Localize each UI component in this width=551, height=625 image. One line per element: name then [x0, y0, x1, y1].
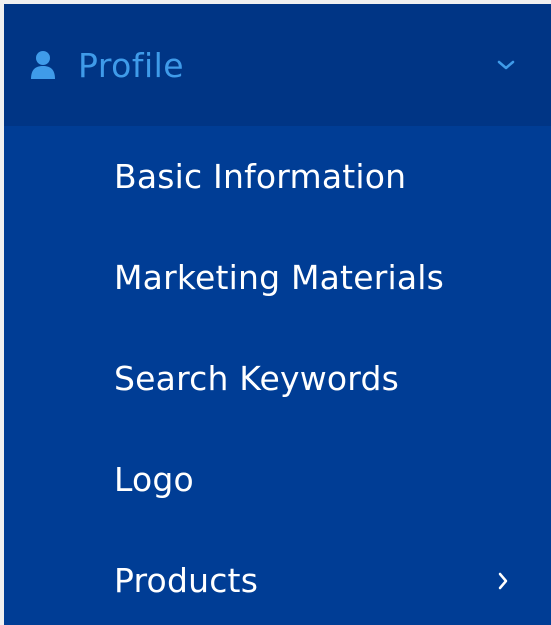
- submenu-item-label: Basic Information: [114, 157, 407, 196]
- submenu-item-label: Search Keywords: [114, 359, 399, 398]
- user-icon: [30, 50, 56, 80]
- chevron-right-icon[interactable]: [495, 570, 511, 592]
- profile-menu-header[interactable]: Profile: [4, 4, 551, 126]
- submenu-item-label: Marketing Materials: [114, 258, 445, 297]
- submenu-item-basic-information[interactable]: Basic Information: [4, 126, 551, 227]
- submenu-item-marketing-materials[interactable]: Marketing Materials: [4, 227, 551, 328]
- profile-submenu: Basic Information Marketing Materials Se…: [4, 126, 551, 625]
- submenu-item-label: Logo: [114, 460, 194, 499]
- submenu-item-logo[interactable]: Logo: [4, 429, 551, 530]
- submenu-item-search-keywords[interactable]: Search Keywords: [4, 328, 551, 429]
- profile-label: Profile: [78, 45, 185, 85]
- submenu-item-label: Products: [114, 561, 259, 600]
- chevron-down-icon[interactable]: [495, 57, 517, 73]
- submenu-item-products[interactable]: Products: [4, 530, 551, 625]
- sidebar-menu: Profile Basic Information Marketing Mate…: [0, 0, 551, 625]
